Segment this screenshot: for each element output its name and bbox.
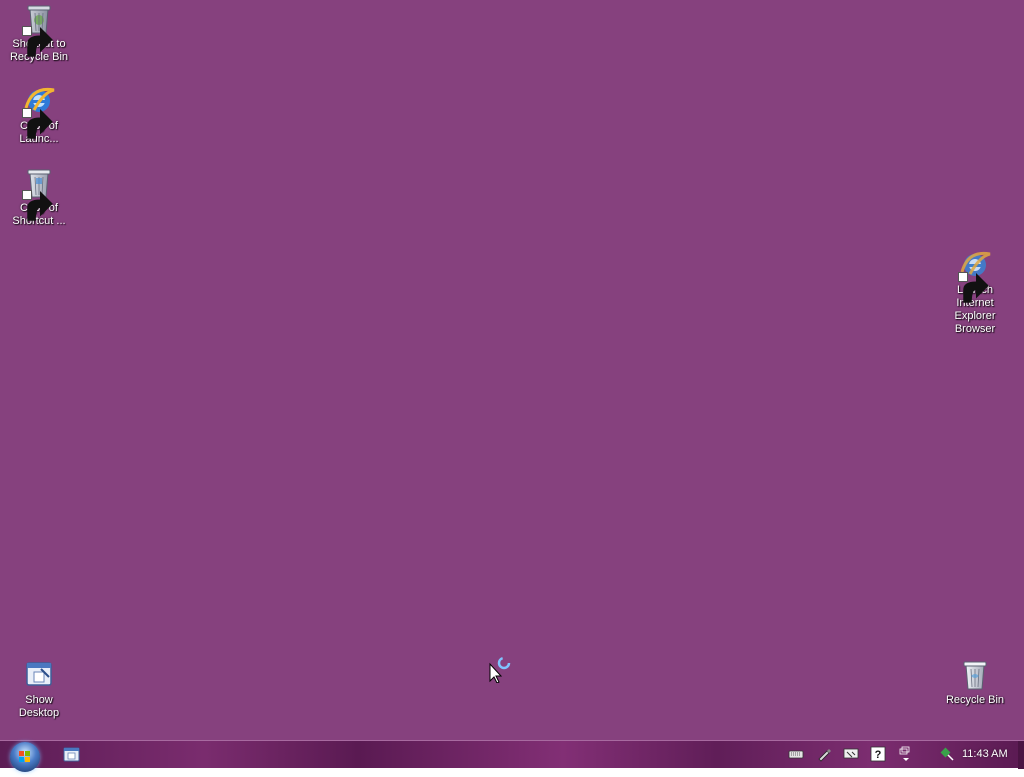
desktop-icon-shortcut-to-recycle-bin[interactable]: Shortcut to Recycle Bin [1,2,77,64]
keyboard-icon[interactable] [788,746,804,762]
show-desktop-icon[interactable] [63,746,81,764]
internet-explorer-icon [22,84,56,139]
desktop-icon-show-desktop[interactable]: Show Desktop [1,658,77,720]
window-restore-icon[interactable] [898,746,914,762]
taskbar: ? 11:43 AM [0,740,1024,772]
help-icon[interactable]: ? [870,746,886,762]
shortcut-arrow-icon [958,272,989,303]
svg-text:?: ? [875,749,882,761]
system-clock[interactable]: 11:43 AM [962,748,1008,760]
recycle-bin-icon [958,658,992,692]
recycle-bin-icon [22,2,56,57]
recycle-bin-icon [22,166,56,221]
desktop[interactable]: Shortcut to Recycle Bin Copy of Launc... [0,0,1024,740]
busy-pointer-icon [489,655,515,684]
desktop-icon-copy-of-launch-ie[interactable]: Copy of Launc... [1,84,77,146]
desktop-icon-copy-of-shortcut[interactable]: Copy of Shortcut ... [1,166,77,228]
pen-icon[interactable] [816,746,832,762]
desktop-icon-recycle-bin[interactable]: Recycle Bin [937,658,1013,707]
network-status-icon[interactable] [939,746,955,762]
network-icon[interactable] [843,746,859,762]
show-desktop-edge[interactable] [1018,741,1024,769]
shortcut-arrow-icon [22,108,53,139]
desktop-icon-label: Browser [954,323,996,335]
internet-explorer-icon [958,248,992,303]
desktop-icon-label: Explorer [954,310,996,322]
show-desktop-icon [22,658,56,692]
shortcut-arrow-icon [22,190,53,221]
desktop-icon-label: Desktop [18,707,60,719]
desktop-icon-label: Show [25,694,53,706]
desktop-icon-label: Recycle Bin [945,694,1005,706]
desktop-icon-launch-ie-browser[interactable]: Launch Internet Explorer Browser [937,248,1013,336]
shortcut-arrow-icon [22,26,53,57]
